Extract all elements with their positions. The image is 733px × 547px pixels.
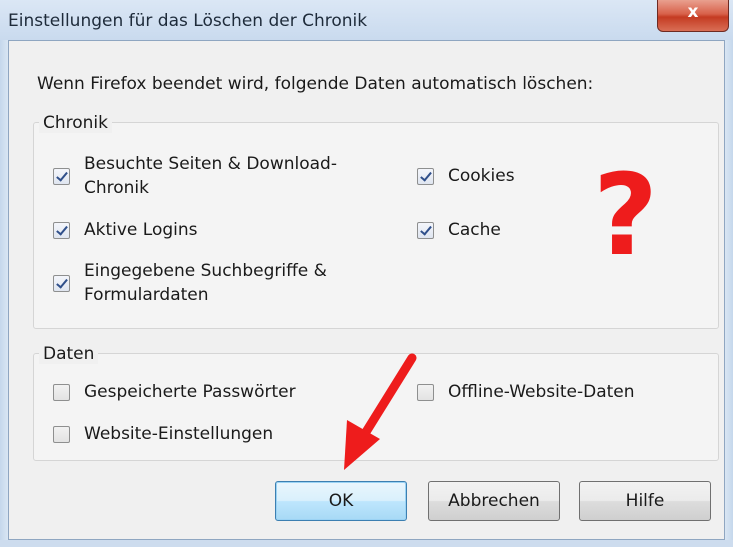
- arrow-shaft: [361, 353, 417, 437]
- red-arrow-annotation: [344, 353, 417, 470]
- arrow-head: [344, 420, 380, 470]
